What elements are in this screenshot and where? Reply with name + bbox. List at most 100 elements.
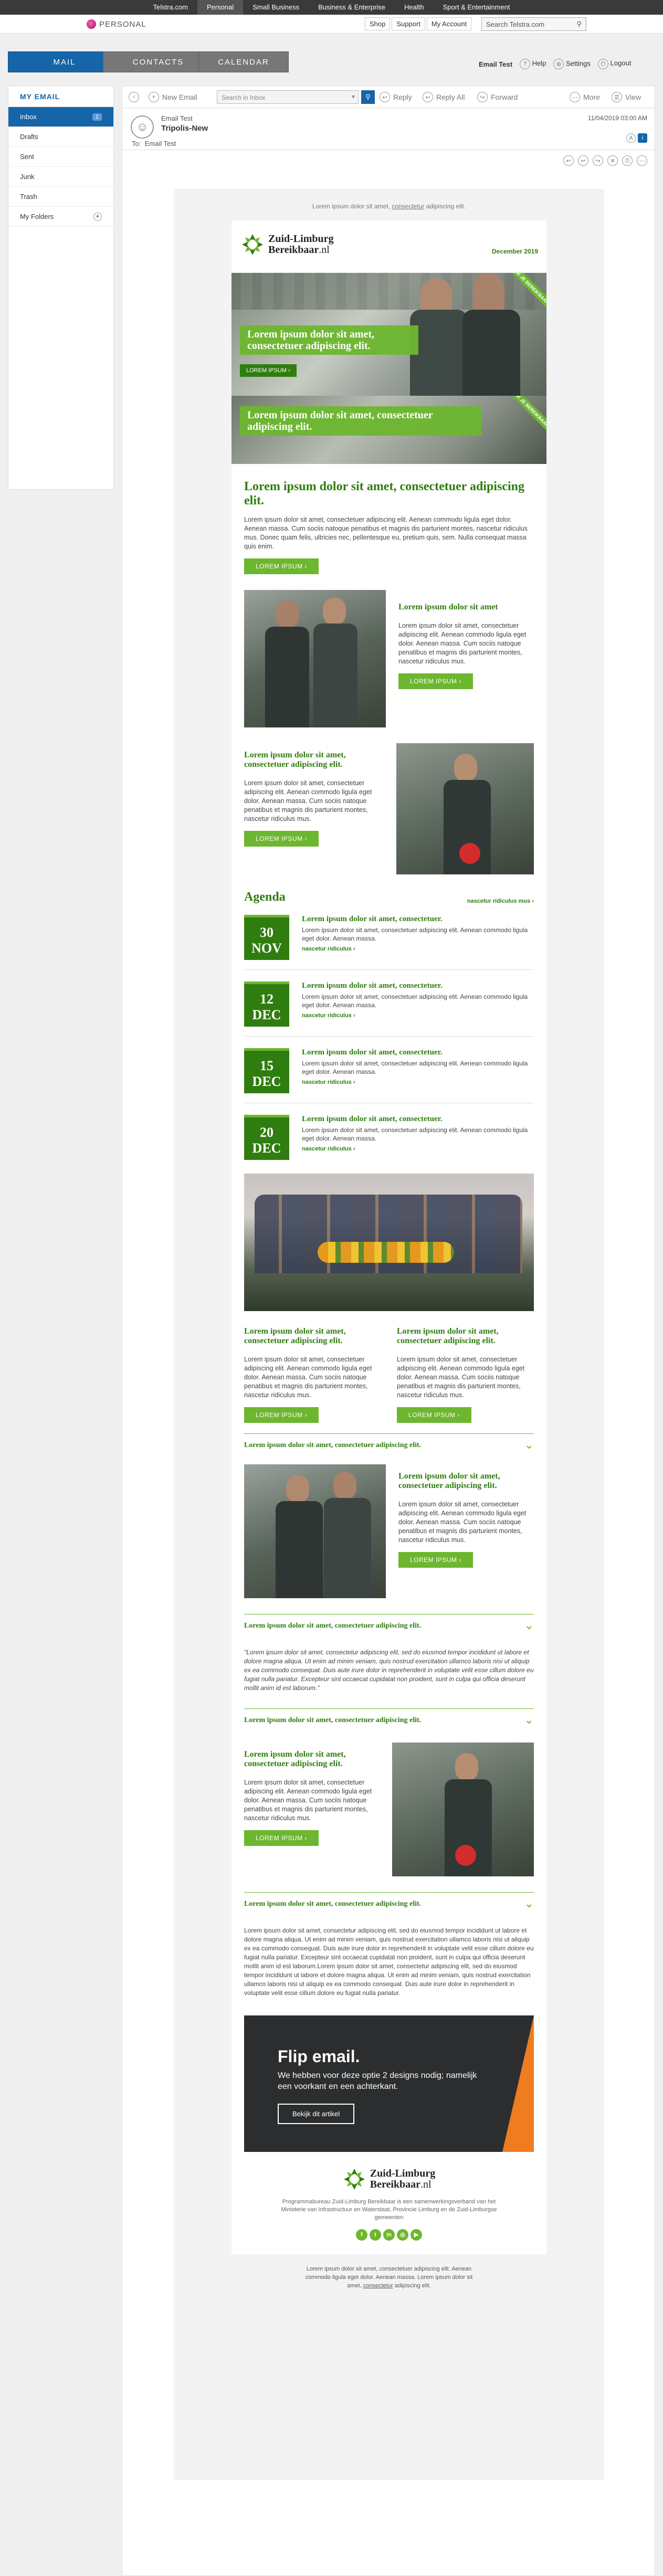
intro-text: Lorem ipsum dolor sit amet, consectetuer… (244, 516, 528, 550)
nav-sport-entertainment[interactable]: Sport & Entertainment (434, 0, 520, 15)
sidebar-item-my-folders[interactable]: My Folders + (8, 207, 113, 227)
twitter-icon[interactable]: t (370, 2229, 381, 2241)
nav-business-enterprise[interactable]: Business & Enterprise (309, 0, 395, 15)
search-icon[interactable]: ⚲ (576, 20, 582, 28)
article-button[interactable]: LOREM IPSUM › (244, 831, 319, 847)
bottom-rest: adipiscing elit. (394, 2283, 431, 2289)
forward-button[interactable]: ↪ Forward (477, 92, 518, 102)
sidebar-item-sent[interactable]: Sent (8, 147, 113, 167)
youtube-icon[interactable]: ▶ (411, 2229, 422, 2241)
tab-contacts[interactable]: CONTACTS (103, 51, 214, 72)
site-search-input[interactable]: Search Telstra.com ⚲ (481, 17, 586, 31)
my-account-link[interactable]: My Account (426, 17, 472, 30)
reply-all-button[interactable]: ↩ Reply All (423, 92, 465, 102)
newsletter-card: Zuid-Limburg Bereikbaar.nl December 2019… (231, 220, 546, 2254)
person-body (313, 624, 357, 727)
sidebar-item-inbox[interactable]: Inbox 1 (8, 107, 113, 127)
sidebar-item-drafts[interactable]: Drafts (8, 127, 113, 147)
event-link[interactable]: nascetur ridiculus › (302, 1012, 534, 1019)
reply-icon: ↩ (380, 92, 390, 102)
orange-accent (502, 2015, 534, 2152)
sidebar-item-junk[interactable]: Junk (8, 167, 113, 187)
print-icon[interactable]: ⎙ (622, 155, 633, 166)
event-content: Lorem ipsum dolor sit amet, consectetuer… (302, 1048, 534, 1093)
new-email-button[interactable]: + New Email (149, 92, 197, 102)
accordion-header[interactable]: Lorem ipsum dolor sit amet, consectetuer… (231, 1893, 546, 1916)
font-size-icon[interactable]: A (626, 133, 636, 143)
linkedin-icon[interactable]: in (383, 2229, 395, 2241)
bottom-link[interactable]: consectetur (363, 2283, 393, 2289)
settings-link[interactable]: ⚙ Settings (553, 59, 591, 69)
event-link[interactable]: nascetur ridiculus › (302, 946, 534, 952)
event-text: Lorem ipsum dolor sit amet, consectetuer… (302, 1126, 528, 1142)
help-link[interactable]: ? Help (520, 59, 546, 69)
facebook-icon[interactable]: f (356, 2229, 367, 2241)
delete-icon[interactable]: ✕ (607, 155, 618, 166)
info-icon[interactable]: i (638, 133, 647, 143)
add-folder-icon[interactable]: + (93, 212, 102, 221)
footer-logo[interactable]: Zuid-Limburg Bereikbaar.nl (343, 2168, 435, 2191)
column-left: Lorem ipsum dolor sit amet, consectetuer… (244, 1327, 381, 1423)
article-text: Lorem ipsum dolor sit amet, consectetuer… (244, 1779, 372, 1822)
reply-all-small-icon[interactable]: ↩ (578, 155, 588, 166)
accordion-header[interactable]: Lorem ipsum dolor sit amet, consectetuer… (231, 1709, 546, 1732)
article-title: Lorem ipsum dolor sit amet, consectetuer… (244, 1750, 346, 1768)
inbox-search-input[interactable]: Search in Inbox ▾ (217, 90, 359, 104)
event-text: Lorem ipsum dolor sit amet, consectetuer… (302, 1060, 528, 1075)
recipient-name[interactable]: Email Test (145, 140, 176, 147)
instagram-icon[interactable]: ◎ (397, 2229, 408, 2241)
event-link[interactable]: nascetur ridiculus › (302, 1079, 534, 1085)
column-button[interactable]: LOREM IPSUM › (244, 1407, 319, 1423)
event-link[interactable]: nascetur ridiculus › (302, 1146, 534, 1152)
event-date: 30 NOV (244, 915, 289, 960)
accordion-header[interactable]: Lorem ipsum dolor sit amet, consectetuer… (231, 1614, 546, 1638)
article-button[interactable]: LOREM IPSUM › (398, 1552, 473, 1568)
article-button[interactable]: LOREM IPSUM › (398, 673, 473, 689)
logo-tld: .nl (420, 2179, 432, 2190)
logout-label: Logout (610, 59, 632, 67)
column-text: Lorem ipsum dolor sit amet, consectetuer… (397, 1356, 525, 1399)
more-label: More (583, 93, 600, 101)
article-title: Lorem ipsum dolor sit amet (398, 603, 498, 611)
article-button[interactable]: LOREM IPSUM › (244, 1830, 319, 1846)
accordion-header[interactable]: Lorem ipsum dolor sit amet, consectetuer… (231, 1434, 546, 1457)
reply-button[interactable]: ↩ Reply (380, 92, 412, 102)
intro-button[interactable]: LOREM IPSUM › (244, 558, 319, 574)
folder-sidebar: MY EMAIL Inbox 1 Drafts Sent Junk Trash M… (8, 86, 114, 490)
person-head (276, 600, 299, 629)
chevron-down-icon[interactable]: ▾ (352, 93, 355, 100)
nav-personal[interactable]: Personal (197, 0, 244, 15)
sender-avatar-icon: ☺ (131, 115, 154, 139)
view-button[interactable]: ☰ View (612, 92, 641, 102)
preheader-link[interactable]: consectetur (392, 203, 424, 210)
sidebar-item-trash[interactable]: Trash (8, 187, 113, 207)
search-button[interactable]: ⚲ (361, 90, 375, 104)
back-button[interactable]: ‹ (129, 92, 139, 102)
forward-small-icon[interactable]: ↪ (593, 155, 603, 166)
reply-small-icon[interactable]: ↩ (563, 155, 574, 166)
event-month: NOV (251, 941, 282, 956)
person-body (276, 1501, 323, 1598)
shop-link[interactable]: Shop (365, 17, 391, 30)
hero-button[interactable]: LOREM IPSUM › (240, 364, 297, 377)
article-text: Lorem ipsum dolor sit amet, consectetuer… (244, 779, 372, 822)
nav-telstra[interactable]: Telstra.com (143, 0, 197, 15)
agenda-link[interactable]: nascetur ridiculus mus › (467, 898, 534, 904)
brand[interactable]: PERSONAL (87, 19, 146, 29)
nav-health[interactable]: Health (395, 0, 434, 15)
more-button[interactable]: ⋯ More (570, 92, 600, 102)
column-button[interactable]: LOREM IPSUM › (397, 1407, 471, 1423)
nav-small-business[interactable]: Small Business (243, 0, 309, 15)
flip-button[interactable]: Bekijk dit artikel (278, 2104, 355, 2124)
account-name: Email Test (479, 60, 513, 68)
zlb-logo-icon (242, 234, 263, 255)
zlb-logo[interactable]: Zuid-Limburg Bereikbaar.nl (241, 233, 333, 256)
tab-calendar[interactable]: CALENDAR (198, 51, 289, 72)
more-small-icon[interactable]: ⋯ (637, 155, 647, 166)
support-link[interactable]: Support (392, 17, 425, 30)
article-content: Lorem ipsum dolor sit amet, consectetuer… (244, 1743, 380, 1876)
article-image (244, 1464, 386, 1598)
logout-link[interactable]: ⏻ Logout (598, 59, 631, 69)
person-head (454, 754, 477, 782)
person-body (410, 310, 468, 396)
